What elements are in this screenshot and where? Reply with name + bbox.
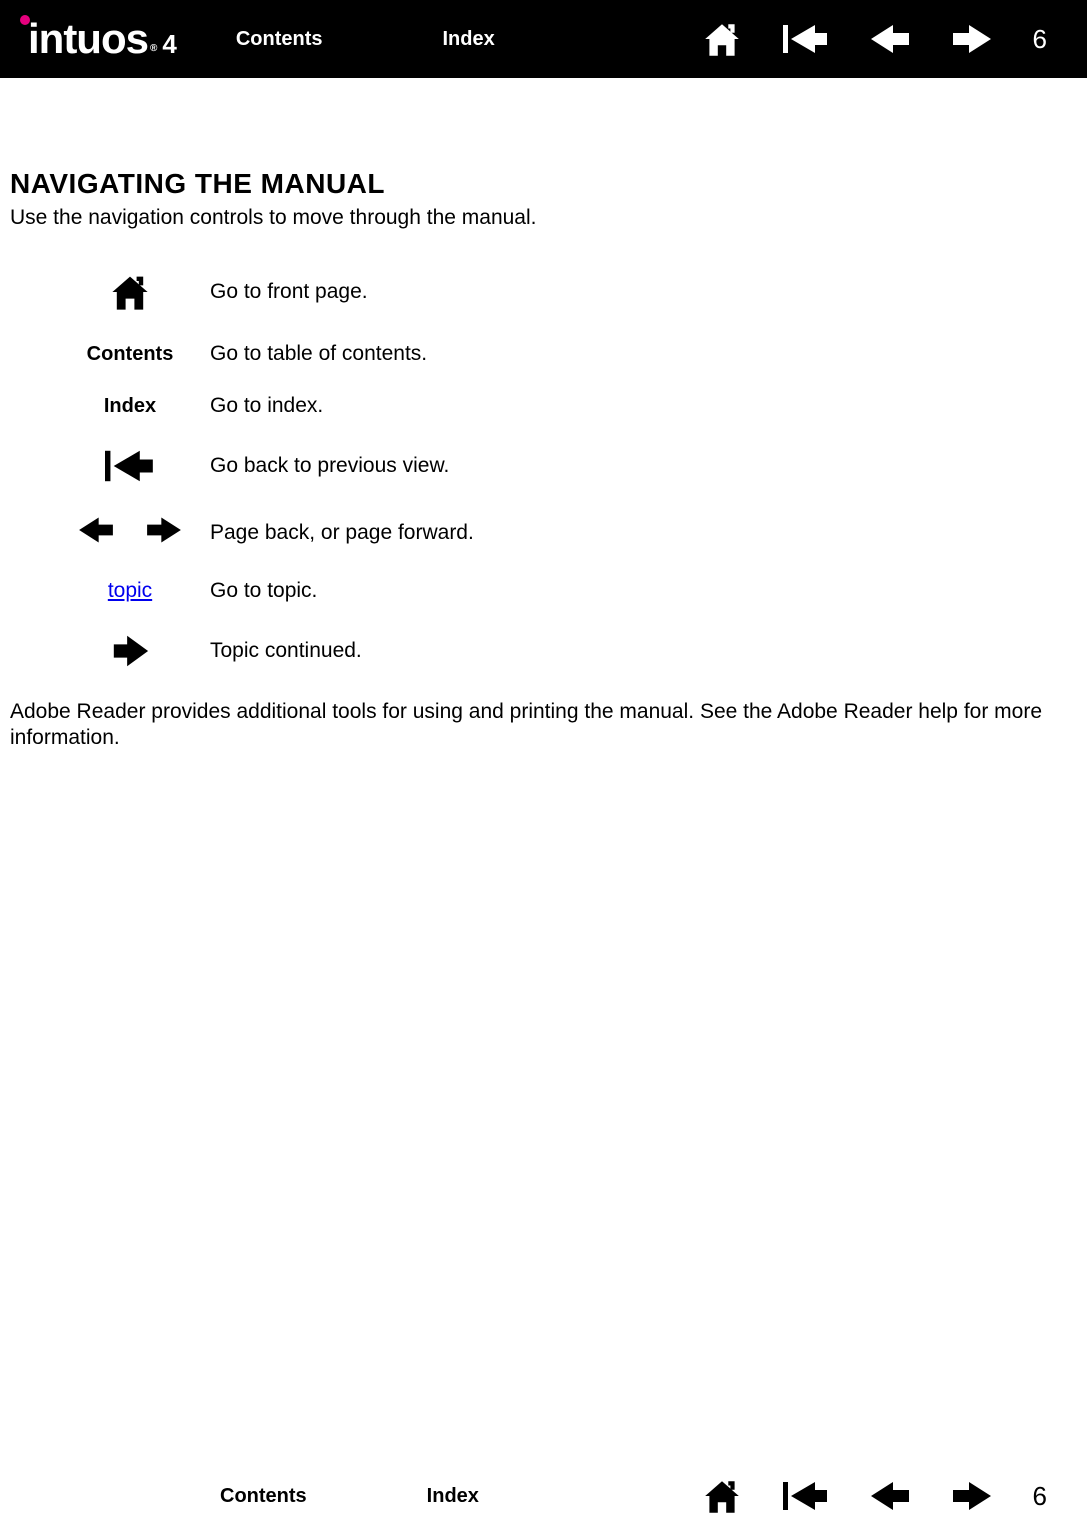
legend-index-label[interactable]: Index: [104, 395, 156, 418]
legend-row-index: Index Go to index.: [50, 394, 1077, 418]
legend-row-topic: topic Go to topic.: [50, 579, 1077, 603]
index-link-footer[interactable]: Index: [427, 1485, 479, 1508]
contents-link-footer[interactable]: Contents: [220, 1485, 307, 1508]
page-content: NAVIGATING THE MANUAL Use the navigation…: [0, 78, 1087, 752]
page-back-icon[interactable]: [869, 1478, 911, 1514]
previous-view-icon[interactable]: [783, 21, 829, 57]
navigation-legend: Go to front page. Contents Go to table o…: [50, 270, 1077, 671]
page-number-top: 6: [1033, 24, 1047, 55]
header-text-links: Contents Index: [236, 28, 495, 51]
header-icon-nav: 6: [701, 18, 1047, 60]
topic-link[interactable]: topic: [108, 579, 152, 603]
legend-row-page-nav: Page back, or page forward.: [50, 514, 1077, 551]
header-bar: intuos ® 4 Contents Index 6: [0, 0, 1087, 78]
intro-text: Use the navigation controls to move thro…: [10, 206, 1077, 230]
legend-contents-label[interactable]: Contents: [87, 343, 174, 366]
footer-bar: Contents Index 6: [0, 1464, 1087, 1528]
footer-icon-nav: 6: [701, 1475, 1047, 1517]
contents-link[interactable]: Contents: [236, 28, 323, 51]
brand-suffix: 4: [162, 29, 175, 60]
index-link[interactable]: Index: [443, 28, 495, 51]
legend-row-continued: Topic continued.: [50, 631, 1077, 671]
legend-continued-desc: Topic continued.: [210, 639, 362, 663]
legend-row-contents: Contents Go to table of contents.: [50, 342, 1077, 366]
registered-mark: ®: [150, 43, 156, 54]
brand-name: intuos: [28, 15, 148, 63]
page-back-icon: [77, 514, 115, 551]
footer-text-links: Contents Index: [220, 1485, 479, 1508]
page-number-bottom: 6: [1033, 1481, 1047, 1512]
page-forward-icon[interactable]: [951, 21, 993, 57]
adobe-reader-note: Adobe Reader provides additional tools f…: [10, 699, 1077, 752]
page-heading: NAVIGATING THE MANUAL: [10, 168, 1077, 200]
home-icon[interactable]: [701, 1475, 743, 1517]
legend-home-desc: Go to front page.: [210, 280, 368, 304]
previous-view-icon: [50, 446, 210, 486]
page-forward-icon: [145, 514, 183, 551]
logo-dot-icon: [20, 15, 30, 25]
legend-topic-desc: Go to topic.: [210, 579, 317, 603]
legend-contents-desc: Go to table of contents.: [210, 342, 427, 366]
previous-view-icon[interactable]: [783, 1478, 829, 1514]
legend-prev-view-desc: Go back to previous view.: [210, 454, 449, 478]
legend-index-desc: Go to index.: [210, 394, 323, 418]
page-back-icon[interactable]: [869, 21, 911, 57]
legend-row-prev-view: Go back to previous view.: [50, 446, 1077, 486]
continued-arrow-icon: [50, 631, 210, 671]
brand-logo: intuos ® 4: [18, 15, 176, 63]
legend-page-nav-desc: Page back, or page forward.: [210, 521, 474, 545]
home-icon: [50, 270, 210, 314]
page-forward-icon[interactable]: [951, 1478, 993, 1514]
legend-row-home: Go to front page.: [50, 270, 1077, 314]
home-icon[interactable]: [701, 18, 743, 60]
